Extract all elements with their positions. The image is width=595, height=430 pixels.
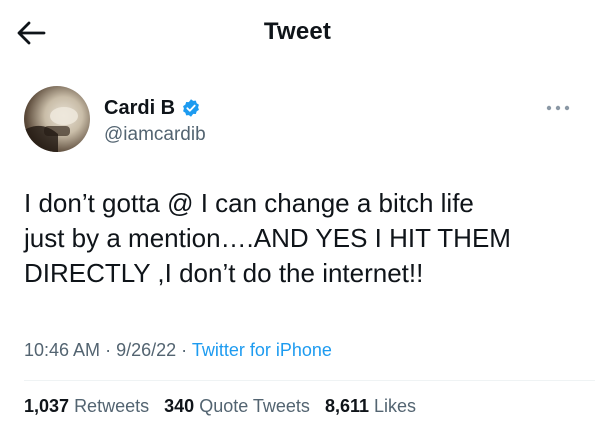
meta-separator: · [105, 340, 112, 360]
likes-label: Likes [374, 396, 417, 416]
retweets-label: Retweets [74, 396, 150, 416]
more-options-button[interactable] [543, 98, 573, 118]
user-handle[interactable]: @iamcardib [104, 124, 206, 146]
tweet-stats: 1,037 Retweets 340 Quote Tweets 8,611 Li… [24, 396, 426, 417]
meta-separator: · [181, 340, 188, 360]
avatar[interactable] [24, 86, 90, 152]
tweet-text: I don’t gotta @ I can change a bitch lif… [24, 188, 511, 288]
tweet-date[interactable]: 9/26/22 [116, 340, 176, 360]
tweet-time[interactable]: 10:46 AM [24, 340, 100, 360]
verified-badge-icon [183, 99, 200, 117]
tweet-meta: 10:46 AM · 9/26/22 · Twitter for iPhone [24, 340, 332, 361]
likes-count: 8,611 [324, 396, 369, 416]
quote-tweets-label: Quote Tweets [199, 396, 310, 416]
top-bar: Tweet [0, 0, 595, 70]
tweet-source-link[interactable]: Twitter for iPhone [192, 340, 332, 360]
retweets-stat[interactable]: 1,037 Retweets [24, 396, 149, 416]
page-title: Tweet [263, 18, 332, 45]
quote-tweets-stat[interactable]: 340 Quote Tweets [164, 396, 310, 416]
display-name-row: Cardi B [104, 96, 206, 120]
avatar-image [24, 107, 78, 152]
more-dots-icon [546, 105, 570, 111]
tweet-author: Cardi B @iamcardib [104, 96, 206, 146]
divider [24, 380, 595, 381]
likes-stat[interactable]: 8,611 Likes [325, 396, 416, 416]
retweets-count: 1,037 [24, 396, 70, 416]
display-name[interactable]: Cardi B [104, 97, 175, 120]
quote-tweets-count: 340 [164, 396, 195, 416]
